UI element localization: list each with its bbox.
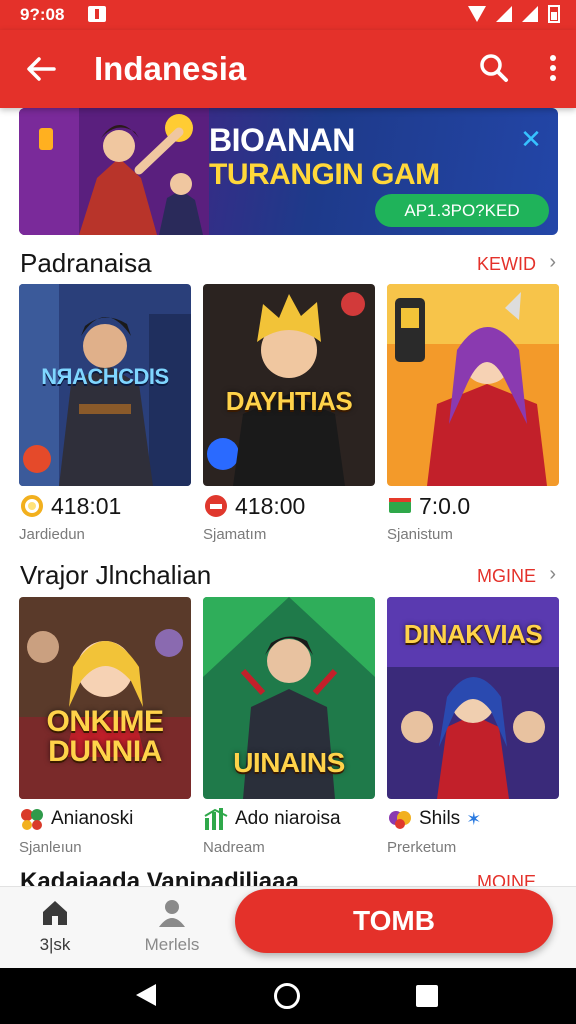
page-title: Indanesia: [94, 50, 247, 87]
chevron-right-icon[interactable]: ›: [549, 251, 556, 274]
card-subtitle: Prerketum: [387, 839, 457, 856]
promo-banner[interactable]: BIOANAN TURANGIN GAM ✕ AP1.3PO?KED: [19, 108, 558, 235]
card-subtitle: Nadream: [203, 839, 265, 856]
card-stat-value: 7:0.0: [419, 492, 471, 519]
search-icon: [480, 54, 508, 82]
card-stat-value: Shils: [419, 808, 461, 829]
card-stat-value: Anianoski: [51, 808, 134, 829]
game-logo-text: NЯACHCDIS: [41, 364, 169, 389]
card-stat: 7:0.0: [387, 492, 470, 520]
more-vertical-icon: [550, 55, 556, 81]
game-thumbnail: NЯACHCDIS: [19, 284, 191, 486]
wifi-icon: [468, 6, 486, 22]
game-thumbnail: UINAINS: [203, 597, 375, 799]
search-button[interactable]: [474, 48, 514, 88]
section-more-link[interactable]: MGINE: [477, 566, 536, 587]
notification-icon: [88, 6, 106, 22]
section-title: Kadaiaada Vanipadiliaaa: [20, 868, 299, 886]
section-header: Vrajor Jlnchalian MGINE ›: [20, 558, 556, 594]
app-bar: Indanesia: [0, 30, 576, 108]
home-icon: [43, 901, 67, 925]
card-stat-value: 418:00: [235, 492, 306, 519]
card-subtitle: Jardiedun: [19, 526, 85, 543]
main-content[interactable]: BIOANAN TURANGIN GAM ✕ AP1.3PO?KED Padra…: [0, 108, 576, 886]
section-title: Vrajor Jlnchalian: [20, 560, 212, 590]
banner-title: BIOANAN: [209, 122, 355, 158]
card-stat: Ado niaroisa: [203, 805, 341, 833]
card-stat: Anianoski: [19, 805, 133, 833]
butterfly-icon: [21, 809, 43, 830]
section-header: Padranaisa KEWID ›: [20, 246, 556, 282]
game-logo-text: UINAINS: [233, 747, 345, 778]
card-subtitle: Sjanleıun: [19, 839, 82, 856]
section-more-link[interactable]: KEWID: [477, 254, 536, 275]
banner-hero-art: [19, 108, 209, 235]
banner-subtitle: TURANGIN GAM: [209, 158, 440, 191]
card-subtitle: Sjamatım: [203, 526, 267, 543]
game-thumbnail: ONKIME DUNNIA: [19, 597, 191, 799]
arrow-left-icon: [27, 57, 56, 81]
more-options-button[interactable]: [538, 48, 568, 88]
colorful-mask-icon: [389, 811, 411, 829]
section-more-link[interactable]: MOINE: [477, 872, 536, 886]
sun-coin-icon: [21, 495, 43, 517]
person-icon: [159, 900, 185, 927]
back-button[interactable]: [20, 48, 62, 90]
game-thumbnail: DINAKVIAS: [387, 597, 559, 799]
card-stat-value: Ado niaroisa: [235, 808, 341, 829]
card-stat: Shils ✶: [387, 805, 481, 833]
game-logo-text: ONKIME DUNNIA: [46, 705, 165, 768]
chevron-right-icon[interactable]: ›: [549, 563, 556, 586]
card-subtitle: Sjanistum: [387, 526, 453, 543]
nav-home[interactable]: 3|sk: [10, 897, 100, 959]
status-icons: [468, 5, 560, 23]
nav-profile[interactable]: Merlels: [127, 897, 217, 959]
status-bar: 9?:08: [0, 0, 576, 30]
signal-icon-2: [522, 6, 538, 22]
card-stat-value: 418:01: [51, 492, 122, 519]
game-logo-text: DAYHTIAS: [225, 386, 353, 416]
game-logo-text: DINAKVIAS: [403, 619, 543, 649]
card-stat: 418:01: [19, 492, 121, 520]
star-icon: ✶: [466, 808, 482, 829]
game-thumbnail: [387, 284, 559, 486]
close-icon[interactable]: ✕: [518, 126, 544, 152]
game-thumbnail: DAYHTIAS: [203, 284, 375, 486]
red-coin-icon: [205, 495, 227, 517]
system-nav-bar: [0, 968, 576, 1024]
nav-profile-label: Merlels: [144, 935, 200, 954]
battery-icon: [548, 5, 560, 23]
status-time: 9?:08: [20, 5, 65, 24]
system-home-icon[interactable]: [274, 983, 300, 1009]
cash-icon: [389, 498, 411, 513]
card-stat: 418:00: [203, 492, 305, 520]
system-recents-icon[interactable]: [416, 985, 438, 1007]
nav-home-label: 3|sk: [39, 935, 71, 954]
bottom-nav: 3|sk Merlels TOMB: [0, 886, 576, 968]
banner-cta-button[interactable]: AP1.3PO?KED: [375, 194, 549, 227]
system-back-icon[interactable]: [136, 984, 156, 1006]
primary-action-button[interactable]: TOMB: [235, 889, 553, 953]
signal-icon: [496, 6, 512, 22]
section-title: Padranaisa: [20, 248, 152, 278]
green-chart-icon: [204, 808, 228, 830]
